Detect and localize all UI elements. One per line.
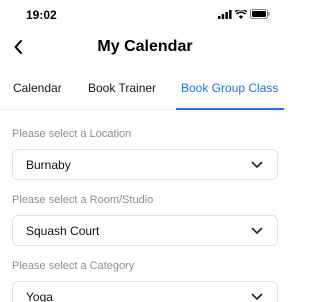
room-value: Squash Court <box>26 224 100 238</box>
room-select[interactable]: Squash Court <box>12 215 278 246</box>
chevron-down-icon <box>251 227 263 234</box>
location-label: Please select a Location <box>12 128 132 140</box>
status-icons <box>218 8 270 20</box>
status-time: 19:02 <box>26 8 57 22</box>
chevron-down-icon <box>251 293 263 300</box>
room-label: Please select a Room/Studio <box>12 194 154 206</box>
category-select[interactable]: Yoga <box>12 281 278 302</box>
active-tab-indicator <box>176 108 284 110</box>
location-value: Burnaby <box>26 158 71 172</box>
battery-icon <box>250 6 270 24</box>
tab-calendar[interactable]: Calendar <box>13 81 62 95</box>
status-bar: 19:02 <box>0 0 290 28</box>
tab-bar: Calendar Book Trainer Book Group Class <box>0 76 290 110</box>
chevron-down-icon <box>251 161 263 168</box>
signal-icon <box>218 6 232 24</box>
category-value: Yoga <box>26 290 53 302</box>
location-select[interactable]: Burnaby <box>12 149 278 180</box>
nav-bar: My Calendar <box>0 32 290 62</box>
wifi-icon <box>234 6 248 24</box>
tab-book-group-class[interactable]: Book Group Class <box>181 81 278 95</box>
tab-book-trainer[interactable]: Book Trainer <box>88 81 156 95</box>
page-title: My Calendar <box>97 38 193 55</box>
category-label: Please select a Category <box>12 260 135 272</box>
